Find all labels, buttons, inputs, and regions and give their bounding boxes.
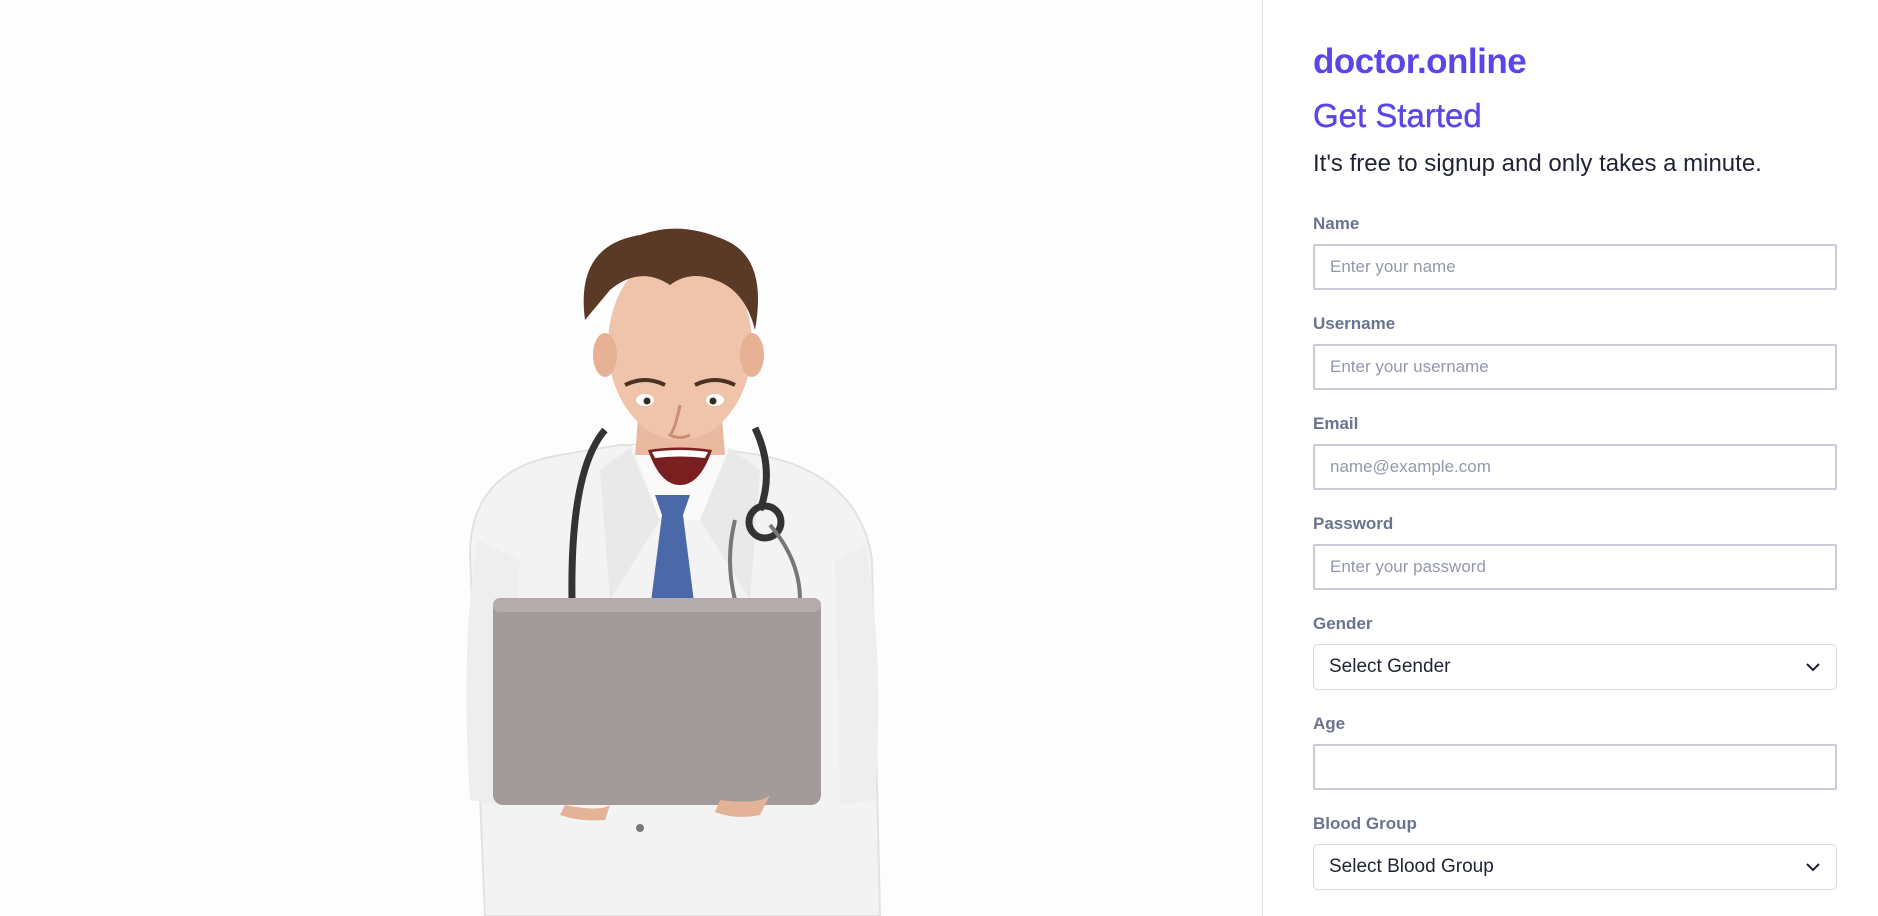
brand-logo-text[interactable]: doctor.online [1313, 42, 1527, 82]
hero-section [0, 0, 1262, 916]
age-input[interactable] [1313, 744, 1837, 790]
blood-group-label: Blood Group [1313, 814, 1417, 833]
username-label: Username [1313, 314, 1396, 333]
blood-group-select[interactable]: Select Blood Group [1313, 844, 1837, 890]
username-input[interactable] [1313, 344, 1837, 390]
blood-group-select-value: Select Blood Group [1329, 856, 1494, 877]
chevron-down-icon [1805, 859, 1821, 875]
email-input[interactable] [1313, 444, 1837, 490]
chevron-down-icon [1805, 659, 1821, 675]
signup-page: doctor.online Get Started It's free to s… [0, 0, 1878, 916]
email-label: Email [1313, 414, 1359, 433]
gender-label: Gender [1313, 614, 1373, 633]
age-label: Age [1313, 714, 1346, 733]
gender-select[interactable]: Select Gender [1313, 644, 1837, 690]
doctor-with-laptop-illustration [466, 228, 882, 916]
name-input[interactable] [1313, 244, 1837, 290]
password-label: Password [1313, 514, 1394, 533]
password-input[interactable] [1313, 544, 1837, 590]
page-subtitle: It's free to signup and only takes a min… [1313, 150, 1762, 177]
gender-select-value: Select Gender [1329, 656, 1451, 677]
page-title: Get Started [1313, 97, 1482, 134]
name-label: Name [1313, 214, 1360, 233]
signup-panel: doctor.online Get Started It's free to s… [1262, 0, 1878, 916]
